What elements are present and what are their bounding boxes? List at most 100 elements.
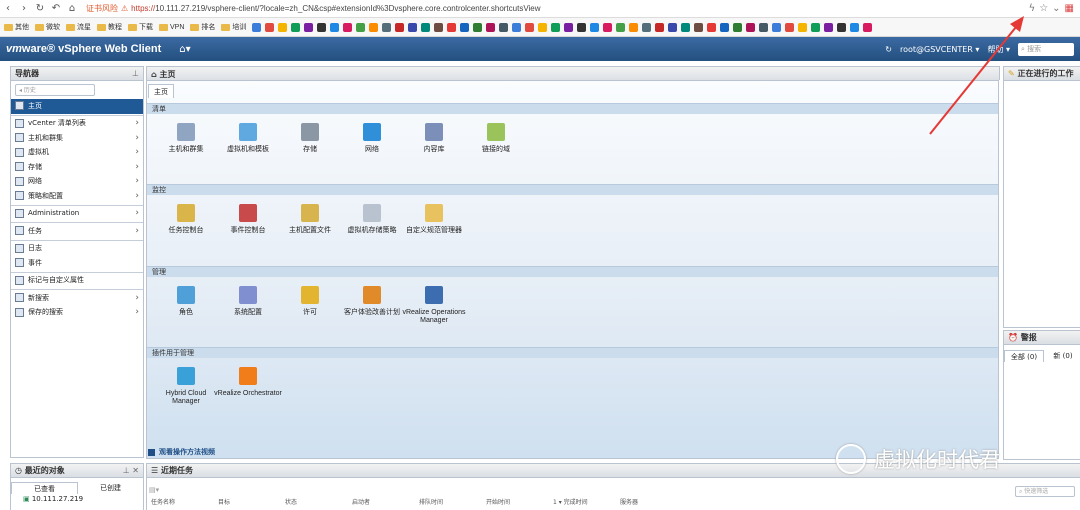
url-field[interactable]: 证书风险 ⚠ https:// 10.111.27.219/vsphere-cl… (86, 2, 1029, 16)
nav-item[interactable]: 主机和群集 › (11, 131, 143, 146)
nav-item[interactable]: 任务 › (11, 224, 143, 239)
shortcut-tile[interactable]: vRealize Orchestrator (213, 367, 283, 398)
bookmark-favicon-icon[interactable] (694, 22, 704, 32)
bookmark-favicon-icon[interactable] (564, 22, 574, 32)
tab-created[interactable]: 已创建 (78, 482, 143, 494)
quick-filter-input[interactable]: ⌕ 快速筛选 (1015, 486, 1075, 497)
tab-home[interactable]: 主页 (148, 84, 174, 98)
bookmark-item[interactable]: 微软 (35, 22, 60, 32)
bookmark-favicon-icon[interactable] (460, 22, 470, 32)
bookmark-item[interactable]: 下载 (128, 22, 153, 32)
nav-item[interactable]: vCenter 清单列表 › (11, 117, 143, 132)
shortcut-tile[interactable]: 自定义规范管理器 (399, 204, 469, 235)
bookmark-favicon-icon[interactable] (772, 22, 782, 32)
forward-icon[interactable]: › (16, 1, 32, 17)
shortcut-tile[interactable]: 存储 (275, 123, 345, 154)
bookmark-favicon-icon[interactable] (304, 22, 314, 32)
bookmark-item[interactable]: VPN (159, 23, 184, 31)
history-button[interactable]: ◂ 历史 (15, 84, 95, 96)
bookmark-favicon-icon[interactable] (421, 22, 431, 32)
bookmark-favicon-icon[interactable] (850, 22, 860, 32)
bookmark-item[interactable]: 培训 (221, 22, 246, 32)
shortcut-tile[interactable]: 链接的域 (461, 123, 531, 154)
shortcut-tile[interactable]: 网络 (337, 123, 407, 154)
bookmark-item[interactable]: 流星 (66, 22, 91, 32)
bookmark-favicon-icon[interactable] (616, 22, 626, 32)
bookmark-item[interactable]: 其他 (4, 22, 29, 32)
bookmark-favicon-icon[interactable] (330, 22, 340, 32)
shortcut-tile[interactable]: vRealize Operations Manager (399, 286, 469, 325)
bookmark-item[interactable]: 教程 (97, 22, 122, 32)
task-actions-icon[interactable]: ▤▾ (149, 486, 159, 494)
bookmark-favicon-icon[interactable] (733, 22, 743, 32)
bookmark-favicon-icon[interactable] (369, 22, 379, 32)
nav-item[interactable]: 事件 (11, 256, 143, 271)
star-icon[interactable]: ☆ (1039, 3, 1048, 14)
shortcut-tile[interactable]: 内容库 (399, 123, 469, 154)
tab-viewed[interactable]: 已查看 (11, 482, 78, 494)
home-icon[interactable]: ⌂ (64, 1, 80, 17)
bookmark-favicon-icon[interactable] (382, 22, 392, 32)
apps-icon[interactable]: ▦ (1065, 3, 1074, 14)
bookmark-favicon-icon[interactable] (863, 22, 873, 32)
shortcut-tile[interactable]: 许可 (275, 286, 345, 317)
tab-new-alarms[interactable]: 新 (0) (1044, 350, 1080, 362)
bookmark-favicon-icon[interactable] (473, 22, 483, 32)
bookmark-favicon-icon[interactable] (668, 22, 678, 32)
column-header[interactable]: 启动者 (352, 497, 419, 506)
pin-icon[interactable]: ⊥ (132, 69, 143, 78)
nav-item[interactable]: 日志 (11, 242, 143, 257)
bookmark-favicon-icon[interactable] (629, 22, 639, 32)
bookmark-favicon-icon[interactable] (759, 22, 769, 32)
how-to-video-link[interactable]: 观看操作方法视频 (148, 447, 215, 457)
bookmark-favicon-icon[interactable] (395, 22, 405, 32)
refresh-icon[interactable]: ↻ (885, 45, 892, 54)
bookmark-favicon-icon[interactable] (642, 22, 652, 32)
bookmark-favicon-icon[interactable] (707, 22, 717, 32)
bookmark-favicon-icon[interactable] (837, 22, 847, 32)
bookmark-favicon-icon[interactable] (499, 22, 509, 32)
bookmark-favicon-icon[interactable] (577, 22, 587, 32)
nav-item[interactable]: 网络 › (11, 175, 143, 190)
shortcut-tile[interactable]: 角色 (151, 286, 221, 317)
column-header[interactable]: 状态 (285, 497, 352, 506)
column-header[interactable]: 排队时间 (419, 497, 486, 506)
back-icon[interactable]: ‹ (0, 1, 16, 17)
shortcut-tile[interactable]: 任务控制台 (151, 204, 221, 235)
bookmark-favicon-icon[interactable] (434, 22, 444, 32)
pin-close-icon[interactable]: ⊥ ✕ (123, 466, 143, 475)
shortcut-tile[interactable]: 虚拟机和模板 (213, 123, 283, 154)
column-header[interactable]: 任务名称 (151, 497, 218, 506)
bookmark-favicon-icon[interactable] (538, 22, 548, 32)
shortcut-tile[interactable]: 系统配置 (213, 286, 283, 317)
reload-icon[interactable]: ↻ (32, 1, 48, 17)
bookmark-favicon-icon[interactable] (811, 22, 821, 32)
bookmark-favicon-icon[interactable] (785, 22, 795, 32)
shortcut-tile[interactable]: Hybrid Cloud Manager (151, 367, 221, 406)
bookmark-favicon-icon[interactable] (551, 22, 561, 32)
bookmark-favicon-icon[interactable] (356, 22, 366, 32)
bookmark-favicon-icon[interactable] (252, 22, 262, 32)
bookmark-favicon-icon[interactable] (486, 22, 496, 32)
nav-item[interactable]: 策略和配置 › (11, 189, 143, 204)
shortcut-tile[interactable]: 主机配置文件 (275, 204, 345, 235)
shortcut-tile[interactable]: 虚拟机存储策略 (337, 204, 407, 235)
bookmark-favicon-icon[interactable] (265, 22, 275, 32)
column-header[interactable]: 1 ▾ 完成时间 (553, 497, 620, 506)
shortcut-tile[interactable]: 主机和群集 (151, 123, 221, 154)
bookmark-favicon-icon[interactable] (681, 22, 691, 32)
bookmark-item[interactable]: 排名 (190, 22, 215, 32)
bookmark-favicon-icon[interactable] (824, 22, 834, 32)
bookmark-favicon-icon[interactable] (343, 22, 353, 32)
nav-item[interactable]: 标记与自定义属性 (11, 274, 143, 289)
column-header[interactable]: 开始时间 (486, 497, 553, 506)
shortcut-tile[interactable]: 事件控制台 (213, 204, 283, 235)
bookmark-favicon-icon[interactable] (655, 22, 665, 32)
bookmark-favicon-icon[interactable] (590, 22, 600, 32)
bookmark-favicon-icon[interactable] (798, 22, 808, 32)
bookmark-favicon-icon[interactable] (278, 22, 288, 32)
nav-item[interactable]: 虚拟机 › (11, 146, 143, 161)
nav-item[interactable]: 新搜索 › (11, 291, 143, 306)
bookmark-favicon-icon[interactable] (447, 22, 457, 32)
nav-item[interactable]: 存储 › (11, 160, 143, 175)
